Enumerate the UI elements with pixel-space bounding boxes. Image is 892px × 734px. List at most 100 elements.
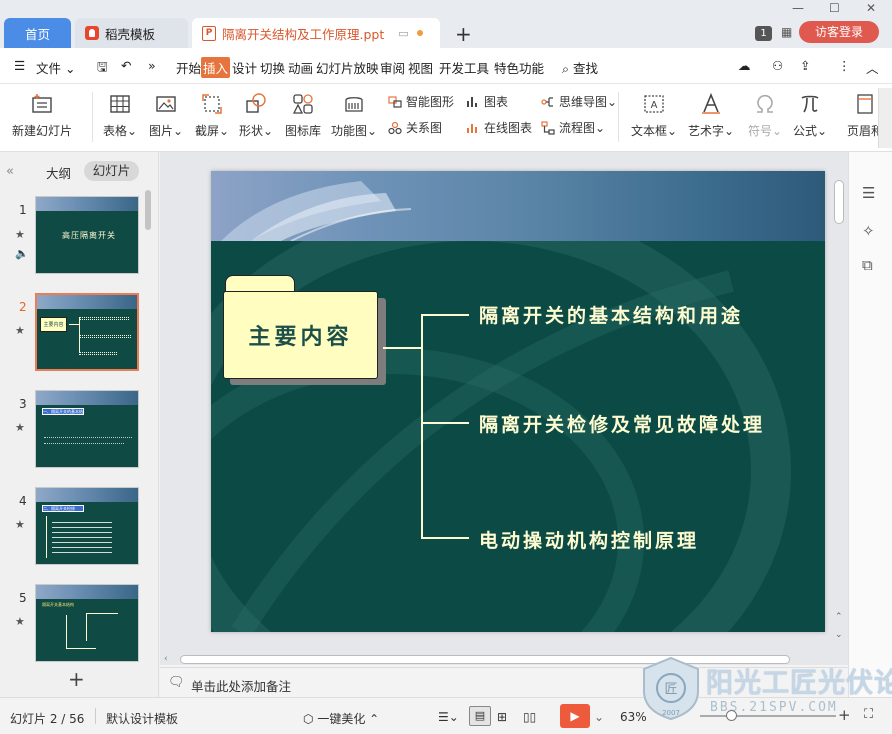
- menu-start[interactable]: 开始: [176, 58, 201, 77]
- online-chart-icon: [467, 123, 477, 133]
- smart-shape-button[interactable]: 智能图形: [388, 93, 454, 110]
- zoom-slider-knob[interactable]: [726, 710, 737, 721]
- tab-home[interactable]: 首页: [4, 18, 71, 48]
- slide-2[interactable]: 主要内容 隔离开关的基本结构和用途 隔离开关检修及常见故障处理 电动操动机构控制…: [211, 171, 825, 632]
- picture-button[interactable]: 图片⌄: [149, 92, 183, 139]
- play-slideshow-icon[interactable]: ▶: [560, 704, 590, 728]
- screenshot-icon: [202, 94, 222, 114]
- mindmap-button[interactable]: 思维导图 ⌄: [541, 93, 617, 110]
- thumb-line: [79, 335, 131, 338]
- screenshot-button[interactable]: 截屏⌄: [195, 92, 229, 139]
- tab-template[interactable]: 稻壳模板: [75, 18, 188, 48]
- formula-button[interactable]: 公式⌄: [793, 92, 827, 139]
- screenshot-label: 截屏: [195, 124, 220, 138]
- play-options-chevron-icon[interactable]: ⌄: [594, 710, 604, 724]
- beautify-button[interactable]: ⬡ 一键美化 ⌃: [303, 710, 379, 727]
- table-button[interactable]: 表格⌄: [103, 92, 137, 139]
- symbol-button[interactable]: 符号⌄: [748, 92, 782, 139]
- slide-thumbnail-1[interactable]: 高压隔离开关: [35, 196, 139, 274]
- more-chevron-icon[interactable]: »: [148, 58, 156, 73]
- shape-label: 形状: [239, 124, 264, 138]
- contents-item-1[interactable]: 隔离开关的基本结构和用途: [479, 301, 743, 328]
- hamburger-icon[interactable]: ☰: [14, 58, 25, 73]
- thumb-line: [79, 317, 129, 320]
- monitor-icon[interactable]: ▭: [398, 27, 408, 40]
- properties-icon[interactable]: ☰: [862, 184, 875, 202]
- add-slide-icon[interactable]: +: [68, 667, 85, 691]
- undo-icon[interactable]: ↶: [121, 58, 131, 73]
- tab-outline[interactable]: 大纲: [46, 163, 71, 182]
- flowchart-button[interactable]: 流程图 ⌄: [541, 119, 605, 136]
- maximize-icon[interactable]: ☐: [829, 1, 840, 15]
- online-chart-button[interactable]: 在线图表: [466, 119, 532, 136]
- zoom-in-icon[interactable]: +: [838, 706, 851, 724]
- upload-icon[interactable]: ⇪: [800, 58, 810, 73]
- panel-scrollbar[interactable]: [145, 190, 151, 230]
- title-bar: 首页 稻壳模板 P 隔离开关结构及工作原理.ppt ▭ + 1 ▦ 访客登录 —…: [0, 0, 892, 48]
- add-tab-icon[interactable]: +: [455, 22, 472, 46]
- slide-thumbnail-5[interactable]: 隔离开关基本结构: [35, 584, 139, 662]
- reading-view-icon[interactable]: ▯▯: [523, 710, 536, 724]
- collapse-ribbon-icon[interactable]: ︿: [866, 58, 879, 77]
- window-count-badge[interactable]: 1: [755, 26, 772, 41]
- minimize-icon[interactable]: —: [792, 1, 804, 15]
- icon-library-icon: [292, 94, 313, 114]
- search-button[interactable]: ⌕ 查找: [562, 58, 598, 77]
- shape-button[interactable]: 形状⌄: [239, 92, 273, 139]
- tab-slides[interactable]: 幻灯片: [84, 161, 139, 181]
- slide-counter: 幻灯片 2 / 56: [10, 712, 85, 726]
- relation-chart-button[interactable]: 关系图: [388, 119, 442, 136]
- vertical-scrollbar[interactable]: ⌃ ⌄: [832, 152, 846, 662]
- notes-placeholder[interactable]: 单击此处添加备注: [191, 676, 291, 695]
- menu-insert[interactable]: 插入: [201, 57, 231, 78]
- zoom-slider-track[interactable]: [700, 715, 836, 717]
- slide-thumbnail-2[interactable]: 主要内容: [35, 293, 139, 371]
- collapse-panel-icon[interactable]: «: [6, 164, 14, 179]
- menu-transition[interactable]: 切换: [260, 58, 285, 77]
- slide-sorter-icon[interactable]: ⊞: [497, 710, 507, 724]
- notes-toggle-icon[interactable]: ☰⌄: [438, 710, 459, 724]
- menu-animation[interactable]: 动画: [288, 58, 313, 77]
- scroll-left-icon[interactable]: ‹: [164, 654, 168, 664]
- grid-icon[interactable]: ▦: [781, 25, 792, 39]
- tab-document[interactable]: P 隔离开关结构及工作原理.ppt ▭: [192, 18, 440, 48]
- ribbon-scroll-right[interactable]: [878, 88, 892, 148]
- art-text-button[interactable]: 艺术字⌄: [688, 92, 734, 139]
- contents-item-3[interactable]: 电动操动机构控制原理: [479, 526, 699, 553]
- chart-button[interactable]: 图表: [466, 93, 508, 110]
- textbox-button[interactable]: A 文本框⌄: [631, 92, 677, 139]
- menu-design[interactable]: 设计: [232, 58, 257, 77]
- slide-thumbnail-4[interactable]: 二、隔离开关检修: [35, 487, 139, 565]
- save-icon[interactable]: 🖫: [97, 58, 108, 79]
- animation-star-icon: ★: [15, 324, 25, 337]
- thumb-header-band: [36, 488, 138, 502]
- search-label: 查找: [573, 61, 599, 76]
- function-chart-button[interactable]: 功能图⌄: [331, 92, 377, 139]
- cloud-icon[interactable]: ☁: [738, 58, 751, 73]
- menu-developer[interactable]: 开发工具: [439, 58, 489, 77]
- animation-pane-icon[interactable]: ✧: [862, 222, 875, 240]
- menu-review[interactable]: 审阅: [380, 58, 405, 77]
- menu-file[interactable]: 文件 ⌄: [36, 58, 75, 77]
- transition-icon[interactable]: ⧉: [862, 256, 873, 274]
- menu-features[interactable]: 特色功能: [494, 58, 544, 77]
- vertical-scroll-thumb[interactable]: [834, 180, 844, 224]
- menu-slideshow[interactable]: 幻灯片放映: [316, 58, 379, 77]
- design-template-label[interactable]: 默认设计模板: [106, 710, 178, 727]
- new-slide-label: 新建幻灯片: [12, 124, 73, 138]
- contents-item-2[interactable]: 隔离开关检修及常见故障处理: [479, 410, 765, 437]
- close-icon[interactable]: ✕: [866, 1, 876, 15]
- share-user-icon[interactable]: ⚇: [772, 58, 783, 73]
- menu-view[interactable]: 视图: [408, 58, 433, 77]
- new-slide-button[interactable]: 新建幻灯片: [12, 92, 72, 139]
- more-options-icon[interactable]: ⋮: [838, 58, 851, 73]
- icon-library-button[interactable]: 图标库: [285, 92, 321, 139]
- contents-folder-box[interactable]: 主要内容: [223, 291, 378, 379]
- prev-slide-icon[interactable]: ⌃: [835, 612, 843, 622]
- slide-thumbnail-3[interactable]: 一、隔离开关的基本结构: [35, 390, 139, 468]
- login-button[interactable]: 访客登录: [799, 21, 879, 43]
- normal-view-icon[interactable]: ▤: [469, 706, 491, 726]
- fit-window-icon[interactable]: ⛶: [864, 707, 873, 722]
- next-slide-icon[interactable]: ⌄: [835, 630, 843, 640]
- animation-star-icon: ★: [15, 228, 25, 241]
